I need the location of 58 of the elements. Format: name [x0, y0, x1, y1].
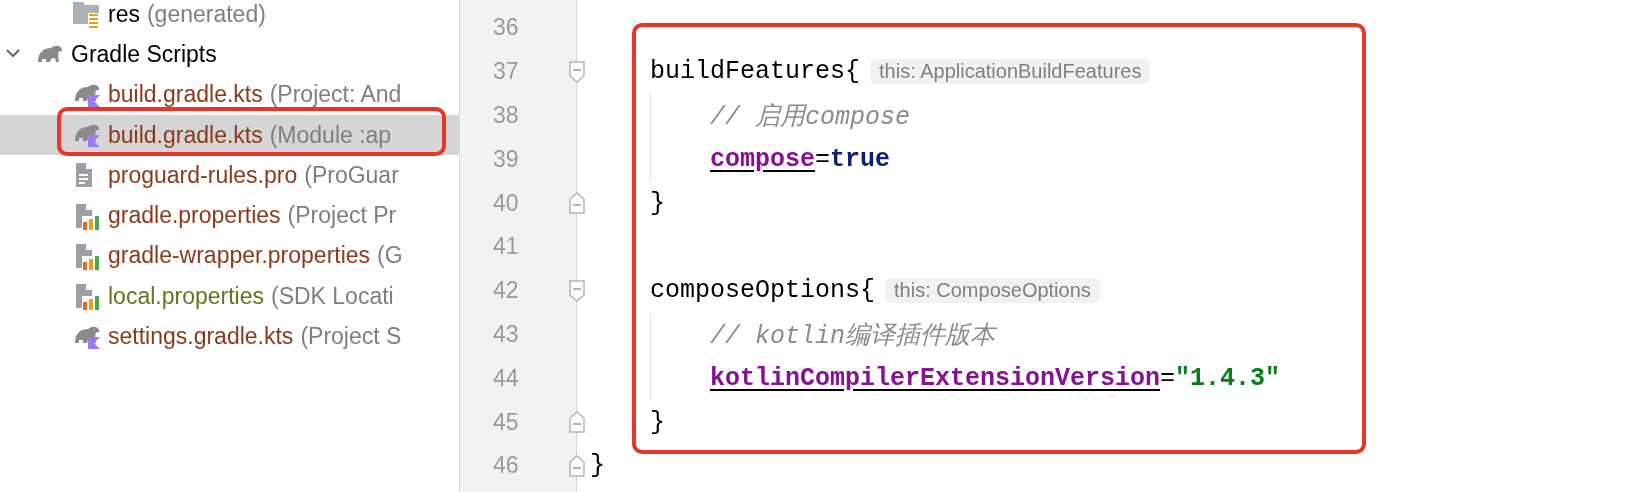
- code-text: }: [650, 407, 665, 437]
- file-description: (Project: And: [269, 81, 402, 109]
- code-comment: // kotlin编译插件版本: [710, 320, 996, 351]
- line-number: 44: [493, 364, 519, 392]
- line-number: 37: [493, 58, 519, 86]
- line-number: 46: [493, 452, 519, 480]
- code-text: }: [650, 188, 665, 218]
- tree-item[interactable]: build.gradle.kts (Project: And: [0, 74, 459, 115]
- folder-icon: [72, 0, 100, 29]
- line-number: 43: [493, 320, 519, 348]
- property-name: compose: [710, 144, 816, 174]
- file-name: build.gradle.kts: [108, 81, 263, 109]
- tree-item[interactable]: local.properties (SDK Locati: [0, 276, 459, 317]
- fold-icon[interactable]: [569, 411, 585, 434]
- file-description: (G: [377, 242, 403, 270]
- tree-item[interactable]: Gradle Scripts: [0, 34, 459, 75]
- type-hint: this: ComposeOptions: [885, 278, 1100, 304]
- line-number: 42: [493, 277, 519, 305]
- line-number: 38: [493, 102, 519, 129]
- file-description: (ProGuar: [304, 161, 399, 189]
- code-comment: // 启用compose: [710, 102, 911, 132]
- file-description: (Project Pr: [287, 202, 397, 230]
- file-name: gradle.properties: [108, 202, 281, 230]
- keyword: true: [830, 144, 891, 174]
- tree-item[interactable]: res (generated): [0, 0, 459, 35]
- file-name: gradle-wrapper.properties: [108, 242, 371, 270]
- code-text: buildFeatures{: [650, 57, 861, 87]
- file-description: (SDK Locati: [270, 282, 394, 310]
- tree-item[interactable]: proguard-rules.pro (ProGuar: [0, 155, 459, 196]
- file-name: proguard-rules.pro: [108, 161, 298, 189]
- file-name: build.gradle.kts: [108, 121, 263, 149]
- fold-icon[interactable]: [569, 60, 585, 83]
- code-text: composeOptions{: [650, 276, 876, 306]
- tree-item[interactable]: gradle-wrapper.properties (G: [0, 235, 459, 277]
- code-text: }: [590, 451, 605, 481]
- tree-item[interactable]: build.gradle.kts (Module :ap: [0, 114, 459, 156]
- tree-item[interactable]: gradle.properties (Project Pr: [0, 195, 459, 236]
- file-description: (Module :ap: [269, 121, 392, 149]
- file-name: local.properties: [108, 282, 264, 310]
- property-name: kotlinCompilerExtensionVersion: [710, 363, 1161, 393]
- file-name: Gradle Scripts: [71, 40, 217, 68]
- file-name: res: [108, 0, 140, 28]
- string-literal: "1.4.3": [1175, 363, 1281, 393]
- file-description: (generated): [146, 0, 266, 28]
- line-number: 45: [493, 408, 519, 436]
- line-number: 36: [493, 14, 519, 42]
- tree-item[interactable]: settings.gradle.kts (Project S: [0, 316, 459, 357]
- fold-icon[interactable]: [569, 192, 585, 215]
- fold-icon[interactable]: [569, 454, 585, 477]
- code-text: =: [1160, 363, 1176, 393]
- line-number: 40: [493, 189, 519, 217]
- line-number: 39: [493, 145, 519, 173]
- fold-icon[interactable]: [569, 279, 585, 302]
- type-hint: this: ApplicationBuildFeatures: [870, 59, 1151, 85]
- file-description: (Project S: [300, 323, 402, 350]
- line-number: 41: [493, 233, 519, 261]
- file-name: settings.gradle.kts: [108, 323, 294, 350]
- code-text: =: [815, 144, 831, 174]
